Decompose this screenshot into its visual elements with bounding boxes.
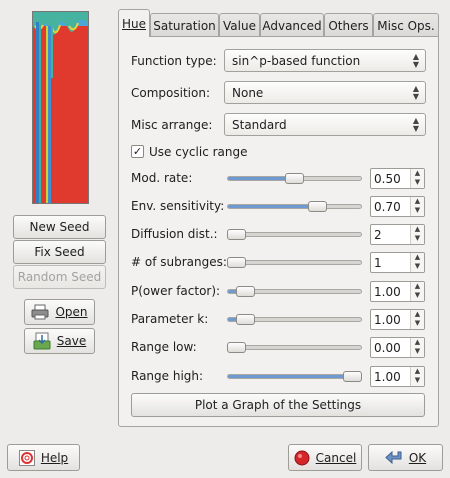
param-spinbox[interactable]: 0.00 ▲ ▼ (370, 337, 425, 358)
param-spinbox[interactable]: 1.00 ▲ ▼ (370, 309, 425, 330)
param-label: # of subranges: (131, 255, 227, 269)
random-seed-button[interactable]: Random Seed (13, 265, 106, 289)
use-cyclic-range-label[interactable]: Use cyclic range (149, 145, 248, 159)
spin-arrows-icon[interactable]: ▲ ▼ (410, 253, 424, 272)
param-value: 1.00 (374, 312, 401, 327)
param-value: 0.00 (374, 340, 401, 355)
updown-arrows-icon: ▲ ▼ (412, 116, 419, 133)
tab-misc-ops[interactable]: Misc Ops. (373, 13, 439, 37)
param-label: Mod. rate: (131, 171, 193, 185)
param-spinbox[interactable]: 0.50 ▲ ▼ (370, 168, 425, 189)
param-value: 0.50 (374, 171, 401, 186)
fix-seed-button[interactable]: Fix Seed (13, 240, 106, 264)
param-slider-thumb[interactable] (308, 201, 328, 212)
ok-arrow-icon (385, 450, 403, 466)
param-slider-thumb[interactable] (343, 371, 362, 382)
tab-saturation-label: Saturation (153, 18, 216, 33)
param-slider-thumb[interactable] (227, 342, 246, 353)
help-button[interactable]: Help (7, 444, 80, 471)
pattern-preview (32, 11, 89, 204)
composition-value: None (232, 85, 264, 100)
param-slider-track[interactable] (227, 374, 362, 379)
composition-label: Composition: (131, 86, 210, 100)
misc-arrange-label: Misc arrange: (131, 118, 213, 132)
param-label: Diffusion dist.: (131, 227, 218, 241)
spin-arrows-icon[interactable]: ▲ ▼ (410, 367, 424, 386)
param-slider-track[interactable] (227, 232, 362, 237)
open-button-label: Open (55, 305, 88, 319)
param-spinbox[interactable]: 1.00 ▲ ▼ (370, 366, 425, 387)
function-type-select[interactable]: sin^p-based function ▲ ▼ (224, 49, 426, 72)
param-slider-thumb[interactable] (227, 229, 246, 240)
param-label: P(ower factor): (131, 284, 221, 298)
spin-arrows-icon[interactable]: ▲ ▼ (410, 338, 424, 357)
param-value: 1 (374, 255, 382, 270)
preview-pattern-image (33, 12, 88, 203)
tab-advanced-label: Advanced (262, 18, 322, 33)
spin-arrows-icon[interactable]: ▲ ▼ (410, 197, 424, 216)
save-button[interactable]: Save (24, 328, 95, 354)
param-label: Range high: (131, 369, 204, 383)
tab-saturation[interactable]: Saturation (150, 13, 219, 37)
param-slider-track[interactable] (227, 204, 362, 209)
save-icon (33, 332, 51, 350)
plot-graph-button[interactable]: Plot a Graph of the Settings (131, 393, 425, 417)
param-value: 2 (374, 227, 382, 242)
param-slider-thumb[interactable] (236, 286, 256, 297)
updown-arrows-icon: ▲ ▼ (412, 52, 419, 69)
help-icon (18, 449, 35, 466)
tab-value[interactable]: Value (219, 13, 260, 37)
new-seed-button[interactable]: New Seed (13, 215, 106, 239)
use-cyclic-range-checkbox[interactable]: ✓ (131, 145, 144, 158)
checkmark-icon: ✓ (132, 145, 143, 158)
tab-misc-ops-label: Misc Ops. (377, 18, 435, 33)
cancel-icon (294, 450, 310, 466)
function-type-label: Function type: (131, 54, 217, 68)
printer-icon (31, 303, 49, 321)
param-value: 1.00 (374, 369, 401, 384)
spin-arrows-icon[interactable]: ▲ ▼ (410, 282, 424, 301)
param-slider-track[interactable] (227, 260, 362, 265)
tab-hue-label: Hue (121, 16, 146, 31)
ok-button-label: OK (408, 450, 427, 465)
cancel-button-label: Cancel (315, 450, 357, 465)
spin-arrows-icon[interactable]: ▲ ▼ (410, 169, 424, 188)
spin-arrows-icon[interactable]: ▲ ▼ (410, 225, 424, 244)
param-slider-thumb[interactable] (285, 173, 304, 184)
composition-select[interactable]: None ▲ ▼ (224, 81, 426, 104)
param-value: 0.70 (374, 199, 401, 214)
param-slider-track[interactable] (227, 345, 362, 350)
param-spinbox[interactable]: 1.00 ▲ ▼ (370, 281, 425, 302)
param-label: Parameter k: (131, 312, 209, 326)
help-button-label: Help (40, 450, 69, 465)
function-type-value: sin^p-based function (232, 53, 361, 68)
param-spinbox[interactable]: 2 ▲ ▼ (370, 224, 425, 245)
updown-arrows-icon: ▲ ▼ (412, 84, 419, 101)
save-button-label: Save (56, 334, 87, 348)
tab-others-label: Others (328, 18, 369, 33)
param-label: Env. sensitivity: (131, 199, 225, 213)
open-button[interactable]: Open (24, 299, 95, 325)
param-label: Range low: (131, 340, 197, 354)
misc-arrange-value: Standard (232, 117, 287, 132)
tab-others[interactable]: Others (324, 13, 373, 37)
param-slider-thumb[interactable] (227, 257, 246, 268)
misc-arrange-select[interactable]: Standard ▲ ▼ (224, 113, 426, 136)
param-value: 1.00 (374, 284, 401, 299)
param-slider-fill (228, 375, 361, 378)
tab-advanced[interactable]: Advanced (260, 13, 324, 37)
cancel-button[interactable]: Cancel (288, 444, 362, 471)
param-spinbox[interactable]: 0.70 ▲ ▼ (370, 196, 425, 217)
spin-arrows-icon[interactable]: ▲ ▼ (410, 310, 424, 329)
param-slider-thumb[interactable] (236, 314, 256, 325)
ok-button[interactable]: OK (368, 444, 443, 471)
tab-value-label: Value (223, 18, 256, 33)
param-spinbox[interactable]: 1 ▲ ▼ (370, 252, 425, 273)
tab-hue[interactable]: Hue (118, 9, 150, 37)
